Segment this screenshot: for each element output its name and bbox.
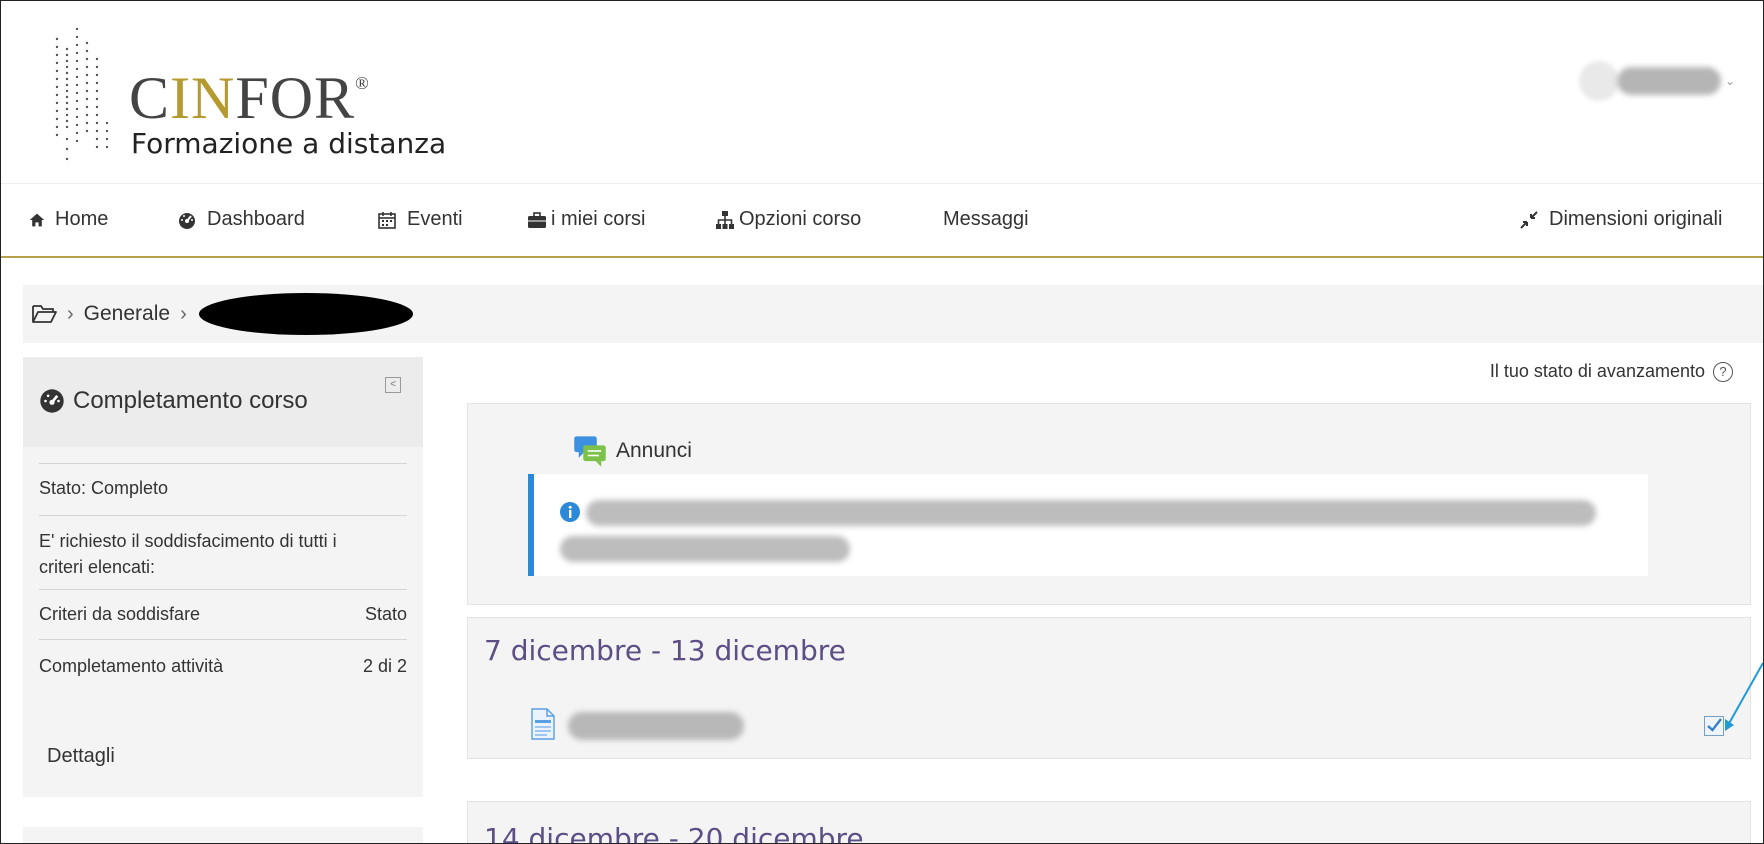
logo-letters-in: IN (170, 65, 236, 131)
avatar[interactable] (1578, 61, 1619, 101)
nav-opzioni-corso-label: Opzioni corso (739, 208, 862, 230)
breadcrumb-item-redacted[interactable] (198, 293, 413, 335)
criteria-value: 2 di 2 (362, 656, 407, 676)
nav-messaggi[interactable]: Messaggi (943, 208, 1029, 231)
resize-button[interactable]: Dimensioni originali (1519, 208, 1722, 231)
criteria-row: Completamento attività 2 di 2 (39, 639, 407, 700)
calendar-icon (378, 211, 396, 229)
block-title: Completamento corso (39, 387, 308, 415)
announcement-text-redacted (560, 536, 850, 562)
details-link[interactable]: Dettagli (47, 745, 115, 768)
announcement-text-redacted (586, 500, 1596, 526)
help-icon[interactable]: ? (1713, 361, 1733, 382)
nav-home-label: Home (55, 208, 109, 230)
nav-opzioni-corso[interactable]: Opzioni corso (715, 208, 861, 231)
briefcase-icon (528, 211, 546, 228)
criteria-header: Criteri da soddisfare (39, 604, 201, 624)
compress-arrows-icon (1520, 210, 1538, 229)
announcements-section: Annunci (467, 403, 1751, 605)
checkmark-icon (1707, 718, 1722, 732)
status-text: Stato: Completo (39, 478, 169, 498)
page-frame: CINFOR® Formazione a distanza ⌄ Home Das… (0, 0, 1764, 844)
progress-status-label: Il tuo stato di avanzamento (1489, 361, 1705, 381)
section-title[interactable]: 14 dicembre - 20 dicembre (484, 822, 864, 843)
nav-dashboard-label: Dashboard (207, 208, 305, 230)
block-title-label: Completamento corso (73, 387, 308, 414)
site-header: CINFOR® Formazione a distanza ⌄ (1, 1, 1763, 183)
dashboard-icon (179, 212, 195, 229)
breadcrumb-item-generale[interactable]: Generale (84, 302, 170, 326)
week-section: 7 dicembre - 13 dicembre (467, 617, 1751, 759)
logo-bars-icon (55, 27, 109, 161)
logo-subtitle: Formazione a distanza (131, 127, 447, 160)
breadcrumb-separator: › (180, 302, 187, 325)
nav-eventi-label: Eventi (407, 208, 463, 230)
block-header: Completamento corso < (23, 357, 423, 447)
resize-label: Dimensioni originali (1549, 208, 1723, 230)
nav-home[interactable]: Home (29, 208, 108, 231)
nav-miei-corsi-label: i miei corsi (551, 208, 646, 230)
chevron-down-icon[interactable]: ⌄ (1725, 74, 1735, 88)
announcements-link[interactable]: Annunci (572, 434, 692, 468)
folder-open-icon[interactable] (31, 303, 57, 325)
progress-status: Il tuo stato di avanzamento ? (1490, 361, 1733, 382)
status-row: Stato: Completo (39, 463, 407, 514)
home-icon (29, 213, 45, 226)
course-completion-block: Completamento corso < Stato: Completo E'… (23, 357, 423, 797)
criteria-header-row: Criteri da soddisfare Stato (39, 589, 407, 638)
dashboard-icon (40, 389, 64, 413)
requirement-text: E' richiesto il soddisfacimento di tutti… (39, 531, 337, 577)
week-section: 14 dicembre - 20 dicembre (467, 801, 1751, 843)
announcement-info-box (528, 474, 1648, 576)
collapse-block-icon[interactable]: < (385, 377, 401, 393)
info-icon (560, 502, 580, 522)
user-menu[interactable]: ⌄ (1578, 61, 1735, 101)
announcements-label: Annunci (616, 439, 692, 462)
nav-messaggi-label: Messaggi (943, 208, 1029, 230)
logo-letters-for: FOR (235, 65, 356, 131)
completion-checkbox[interactable] (1704, 716, 1724, 736)
user-name-redacted[interactable] (1616, 67, 1721, 95)
nav-miei-corsi[interactable]: i miei corsi (527, 208, 645, 231)
breadcrumb-separator: › (67, 302, 74, 325)
logo-letter-c: C (129, 65, 171, 131)
main-navbar: Home Dashboard Eventi i miei corsi Opzio… (1, 183, 1763, 258)
forum-icon (574, 436, 606, 467)
nav-eventi[interactable]: Eventi (377, 208, 463, 231)
logo-wordmark[interactable]: CINFOR® (129, 61, 370, 128)
page-icon[interactable] (530, 708, 556, 740)
section-title[interactable]: 7 dicembre - 13 dicembre (484, 634, 846, 667)
criteria-name: Completamento attività (39, 656, 224, 676)
sitemap-icon (716, 210, 734, 229)
activity-name-redacted[interactable] (568, 712, 744, 740)
logo-registered-mark: ® (355, 73, 370, 93)
breadcrumb: › Generale › (23, 285, 1763, 343)
status-header: Stato (364, 604, 407, 624)
requirement-row: E' richiesto il soddisfacimento di tutti… (39, 515, 407, 590)
second-block (23, 827, 423, 843)
nav-dashboard[interactable]: Dashboard (177, 208, 305, 231)
